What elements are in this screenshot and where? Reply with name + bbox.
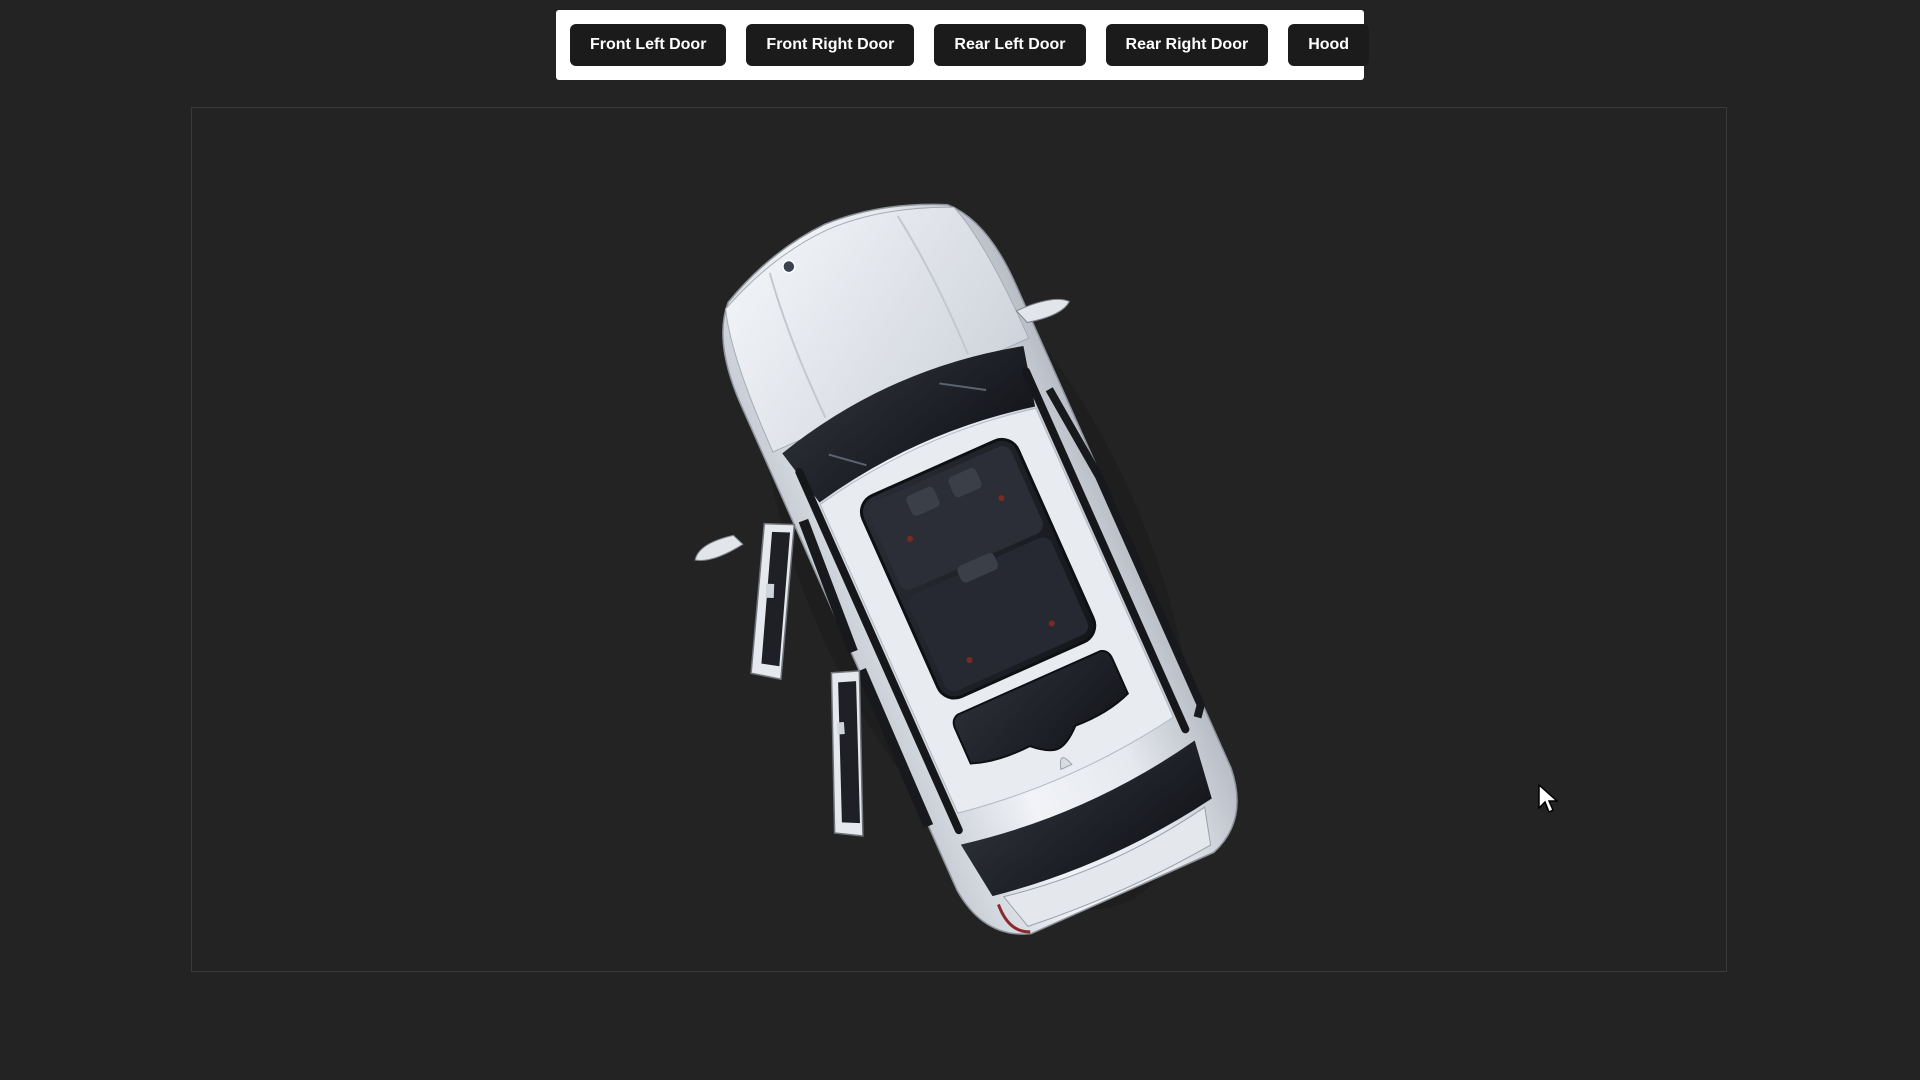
- mouse-pointer-icon: [1538, 784, 1558, 814]
- part-toggle-toolbar: Front Left Door Front Right Door Rear Le…: [556, 10, 1370, 80]
- front-left-door-button[interactable]: Front Left Door: [570, 24, 727, 66]
- left-side-mirror: [694, 534, 744, 561]
- rear-left-door-button[interactable]: Rear Left Door: [934, 24, 1086, 66]
- rear-right-door-button[interactable]: Rear Right Door: [1105, 24, 1269, 66]
- hood-button[interactable]: Hood: [1288, 24, 1370, 66]
- front-right-door-button[interactable]: Front Right Door: [746, 24, 915, 66]
- 3d-car-viewport[interactable]: [191, 107, 1727, 972]
- car-model: [694, 203, 1238, 935]
- front-left-door-open: [750, 522, 796, 681]
